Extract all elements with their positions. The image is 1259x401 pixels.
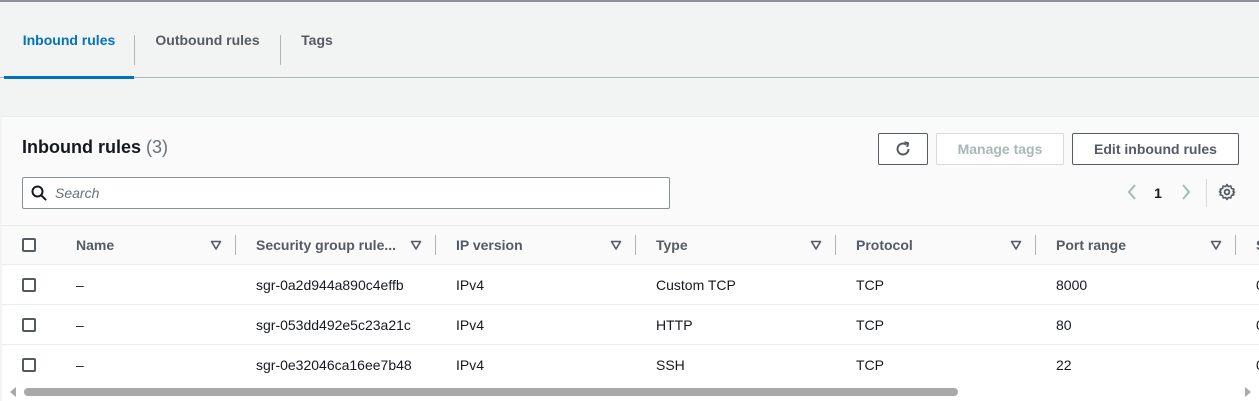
- tab-tags[interactable]: Tags: [281, 2, 353, 78]
- cell-rule-id: sgr-0e32046ca16ee7b48: [256, 357, 412, 373]
- manage-tags-button[interactable]: Manage tags: [936, 133, 1064, 165]
- table-row[interactable]: – sgr-0e32046ca16ee7b48 IPv4 SSH TCP 22 …: [2, 345, 1259, 385]
- cell-rule-id: sgr-053dd492e5c23a21c: [256, 317, 411, 333]
- cell-type: Custom TCP: [656, 277, 736, 293]
- column-header-security-group-rule[interactable]: Security group rule...: [256, 226, 396, 264]
- column-resizer[interactable]: [1035, 235, 1036, 255]
- sort-down-icon[interactable]: [609, 238, 623, 252]
- panel-header: Inbound rules (3) Manage tags Edit inbou…: [2, 117, 1259, 225]
- select-all-checkbox[interactable]: [22, 238, 36, 252]
- horizontal-scrollbar[interactable]: [2, 383, 1259, 401]
- cell-protocol: TCP: [856, 317, 884, 333]
- edit-inbound-rules-button[interactable]: Edit inbound rules: [1072, 133, 1239, 165]
- previous-page-button[interactable]: [1122, 179, 1142, 207]
- table-row[interactable]: – sgr-053dd492e5c23a21c IPv4 HTTP TCP 80…: [2, 305, 1259, 345]
- rule-count: (3): [146, 137, 169, 157]
- column-resizer[interactable]: [635, 235, 636, 255]
- panel-title: Inbound rules (3): [22, 137, 168, 158]
- cell-port-range: 8000: [1056, 277, 1088, 293]
- cell-name: –: [76, 357, 84, 373]
- search-field[interactable]: [22, 177, 670, 209]
- chevron-right-icon: [1180, 183, 1192, 203]
- inbound-rules-panel: Inbound rules (3) Manage tags Edit inbou…: [2, 116, 1259, 401]
- cell-name: –: [76, 317, 84, 333]
- cell-ip-version: IPv4: [456, 357, 485, 373]
- row-checkbox[interactable]: [22, 278, 36, 292]
- scroll-left-icon[interactable]: [10, 387, 16, 397]
- column-resizer[interactable]: [435, 235, 436, 255]
- sort-down-icon[interactable]: [1009, 238, 1023, 252]
- row-checkbox[interactable]: [22, 318, 36, 332]
- column-header-ip-version[interactable]: IP version: [456, 226, 523, 264]
- panel-title-text: Inbound rules: [22, 137, 141, 157]
- column-header-name[interactable]: Name: [76, 226, 114, 264]
- chevron-left-icon: [1126, 183, 1138, 203]
- column-header-protocol[interactable]: Protocol: [856, 226, 913, 264]
- cell-port-range: 22: [1056, 357, 1072, 373]
- refresh-icon: [894, 140, 912, 158]
- cell-type: SSH: [656, 357, 685, 373]
- cell-ip-version: IPv4: [456, 277, 485, 293]
- column-resizer[interactable]: [835, 235, 836, 255]
- tab-outbound-rules[interactable]: Outbound rules: [135, 2, 280, 78]
- sort-down-icon[interactable]: [809, 238, 823, 252]
- sort-down-icon[interactable]: [209, 238, 223, 252]
- scroll-right-icon[interactable]: [1245, 387, 1251, 397]
- gear-icon: [1218, 183, 1236, 204]
- scrollbar-thumb[interactable]: [24, 388, 958, 396]
- table-row[interactable]: – sgr-0a2d944a890c4effb IPv4 Custom TCP …: [2, 265, 1259, 305]
- refresh-button[interactable]: [878, 133, 928, 165]
- cell-protocol: TCP: [856, 357, 884, 373]
- column-header-type[interactable]: Type: [656, 226, 688, 264]
- table-header: Name Security group rule... IP version T…: [2, 225, 1259, 265]
- sort-down-icon[interactable]: [409, 238, 423, 252]
- next-page-button[interactable]: [1176, 179, 1196, 207]
- cell-port-range: 80: [1056, 317, 1072, 333]
- column-resizer[interactable]: [235, 235, 236, 255]
- cell-type: HTTP: [656, 317, 693, 333]
- page-number-1[interactable]: 1: [1148, 179, 1168, 207]
- tab-bar: Inbound rules Outbound rules Tags: [0, 2, 1259, 79]
- search-icon: [23, 178, 55, 208]
- search-input[interactable]: [55, 185, 655, 201]
- column-resizer[interactable]: [1235, 235, 1236, 255]
- row-checkbox[interactable]: [22, 358, 36, 372]
- cell-protocol: TCP: [856, 277, 884, 293]
- cell-name: –: [76, 277, 84, 293]
- cell-rule-id: sgr-0a2d944a890c4effb: [256, 277, 404, 293]
- cell-ip-version: IPv4: [456, 317, 485, 333]
- preferences-button[interactable]: [1206, 179, 1246, 207]
- sort-down-icon[interactable]: [1209, 238, 1223, 252]
- tab-inbound-rules[interactable]: Inbound rules: [4, 2, 134, 79]
- column-header-port-range[interactable]: Port range: [1056, 226, 1126, 264]
